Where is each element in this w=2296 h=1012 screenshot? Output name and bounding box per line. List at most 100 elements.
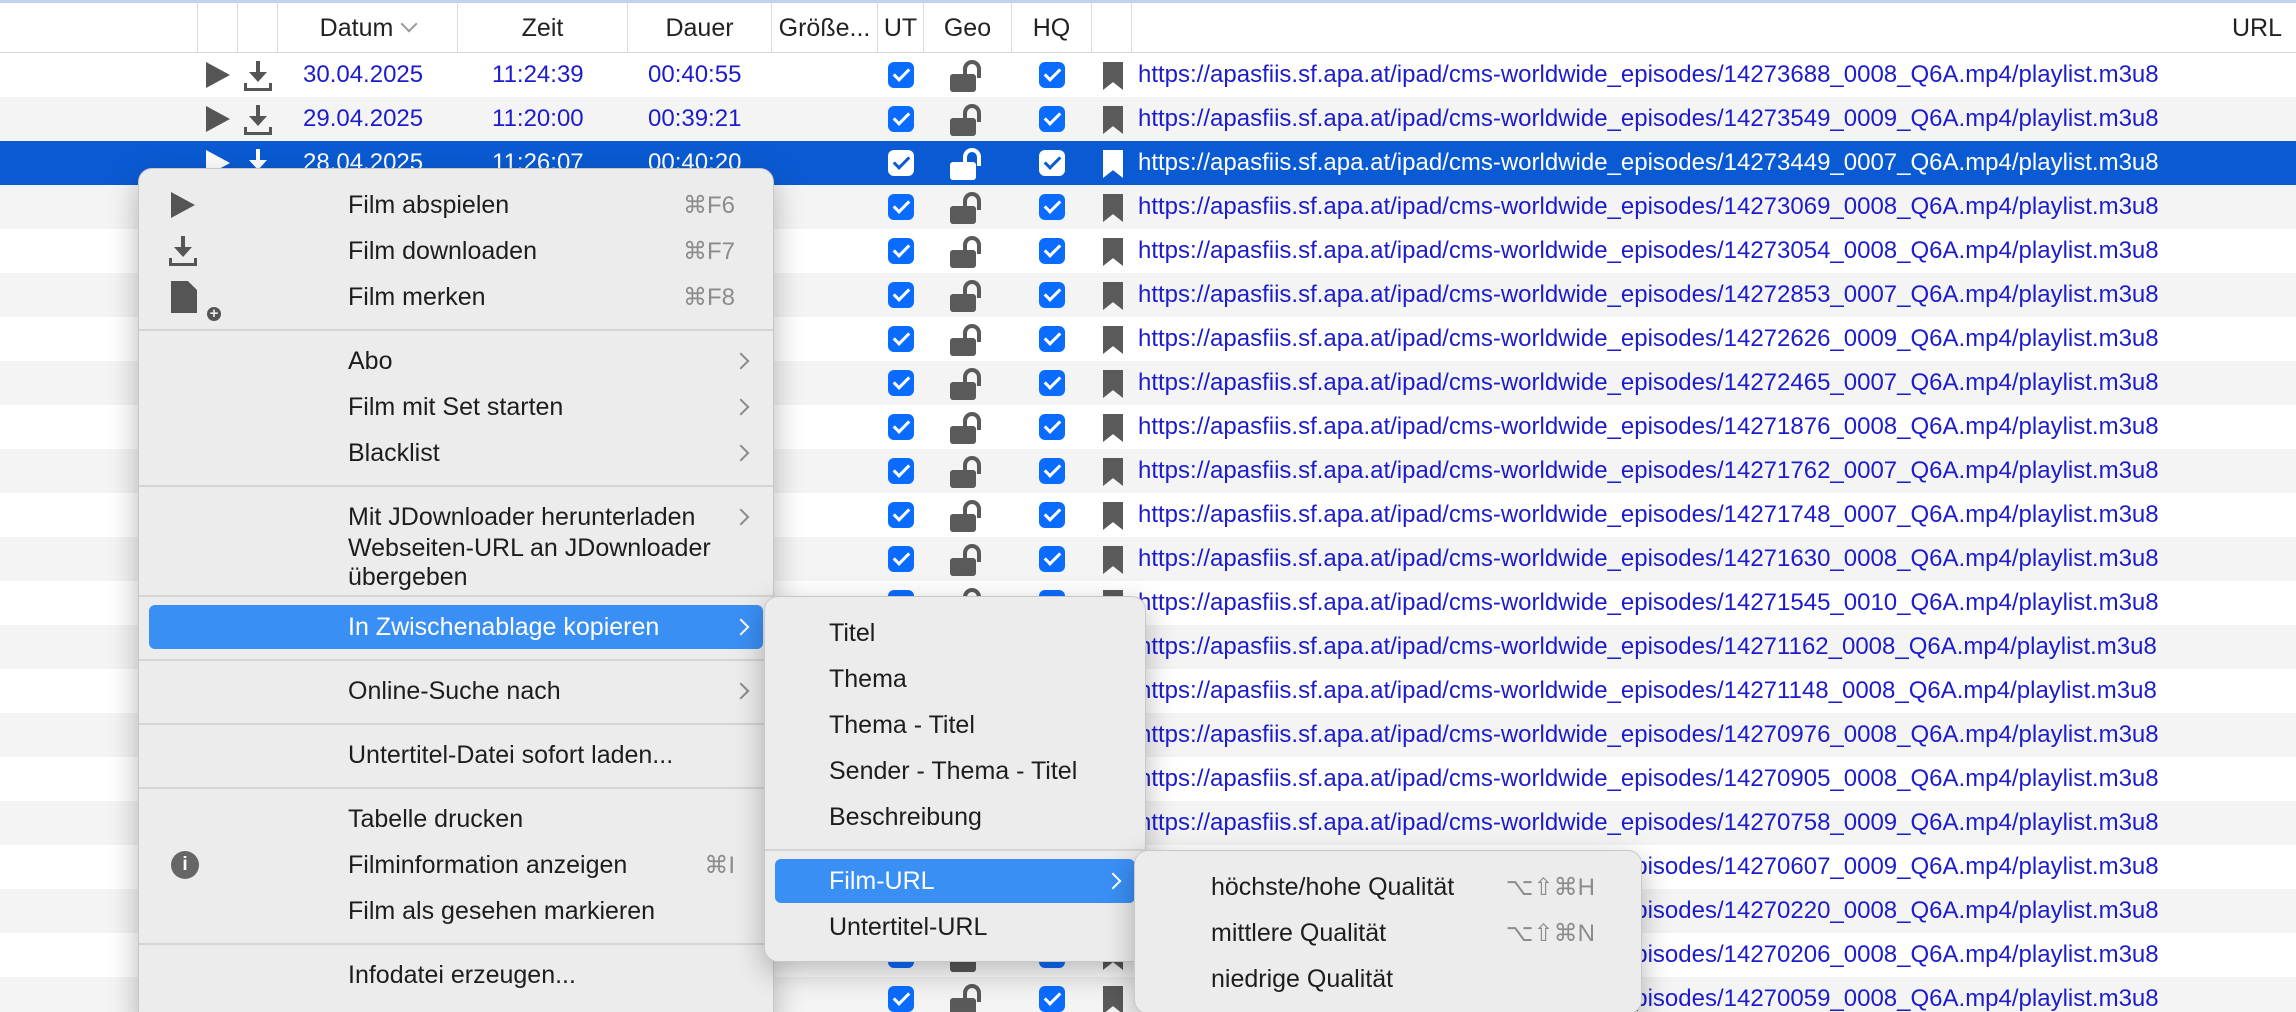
film-url-submenu-item-mittlere-qualität[interactable]: mittlere Qualität ⌥⇧⌘N [1145,911,1631,955]
cell-url[interactable]: https://apasfiis.sf.apa.at/ipad/cms-worl… [1138,449,2159,493]
film-url-submenu-item-niedrige-qualität[interactable]: niedrige Qualität [1145,957,1631,1001]
header-play[interactable] [198,3,238,53]
bookmark-icon[interactable] [1103,238,1123,266]
ut-checkbox[interactable] [888,414,914,440]
bookmark-icon[interactable] [1103,370,1123,398]
cell-url[interactable]: https://apasfiis.sf.apa.at/ipad/cms-worl… [1138,757,2159,801]
ut-checkbox[interactable] [888,986,914,1012]
cell-url[interactable]: https://apasfiis.sf.apa.at/ipad/cms-worl… [1138,581,2159,625]
clipboard-submenu-item-titel[interactable]: Titel [775,611,1135,655]
hq-checkbox[interactable] [1039,150,1065,176]
context-menu-item-blacklist[interactable]: Blacklist [149,431,763,475]
hq-checkbox[interactable] [1039,502,1065,528]
bookmark-icon[interactable] [1103,106,1123,134]
bookmark-icon[interactable] [1103,986,1123,1012]
cell-url[interactable]: https://apasfiis.sf.apa.at/ipad/cms-worl… [1138,537,2159,581]
context-menu-item-tabelle-drucken[interactable]: Tabelle drucken [149,797,763,841]
context-menu-item-mit-jdownloader-herunterladen[interactable]: Mit JDownloader herunterladen [149,495,763,539]
ut-checkbox[interactable] [888,326,914,352]
cell-url[interactable]: https://apasfiis.sf.apa.at/ipad/cms-worl… [1138,229,2159,273]
clipboard-submenu-item-untertitel-url[interactable]: Untertitel-URL [775,905,1135,949]
table-row[interactable]: 30.04.2025 11:24:39 00:40:55 https://apasfi… [0,53,2296,97]
bookmark-icon[interactable] [1103,150,1123,178]
context-menu-item-webseiten-url-an-jdownloader-übergeben[interactable]: Webseiten-URL an JDownloader übergeben [149,534,763,591]
context-menu-item-infodatei-erzeugen[interactable]: Infodatei erzeugen... [149,953,763,997]
ut-checkbox[interactable] [888,106,914,132]
bookmark-icon[interactable] [1103,546,1123,574]
context-menu-item-abo[interactable]: Abo [149,339,763,383]
clipboard-submenu-item-thema[interactable]: Thema [775,657,1135,701]
hq-checkbox[interactable] [1039,458,1065,484]
ut-checkbox[interactable] [888,150,914,176]
download-icon[interactable] [242,61,274,91]
cell-url[interactable]: https://apasfiis.sf.apa.at/ipad/cms-worl… [1138,405,2159,449]
cell-url[interactable]: https://apasfiis.sf.apa.at/ipad/cms-worl… [1138,493,2159,537]
header-hq[interactable]: HQ [1012,3,1092,53]
context-menu-item-online-suche-nach[interactable]: Online-Suche nach [149,669,763,713]
header-ut[interactable]: UT [878,3,924,53]
header-play-column[interactable] [0,3,198,53]
context-menu-item-untertitel-datei-sofort-laden[interactable]: Untertitel-Datei sofort laden... [149,733,763,777]
clipboard-submenu-item-beschreibung[interactable]: Beschreibung [775,795,1135,839]
header-download[interactable] [238,3,278,53]
hq-checkbox[interactable] [1039,546,1065,572]
hq-checkbox[interactable] [1039,282,1065,308]
play-icon[interactable] [206,106,230,132]
hq-checkbox[interactable] [1039,326,1065,352]
download-icon[interactable] [242,105,274,135]
ut-checkbox[interactable] [888,282,914,308]
context-menu-item-film-downloaden[interactable]: Film downloaden ⌘F7 [149,229,763,273]
clipboard-submenu-item-sender-thema-titel[interactable]: Sender - Thema - Titel [775,749,1135,793]
play-icon[interactable] [206,62,230,88]
context-menu-item-film-mit-set-starten[interactable]: Film mit Set starten [149,385,763,429]
header-merken[interactable] [1092,3,1132,53]
cell-url[interactable]: https://apasfiis.sf.apa.at/ipad/cms-worl… [1138,273,2159,317]
hq-checkbox[interactable] [1039,370,1065,396]
hq-checkbox[interactable] [1039,62,1065,88]
context-menu-item-in-zwischenablage-kopieren[interactable]: In Zwischenablage kopieren [149,605,763,649]
bookmark-icon[interactable] [1103,326,1123,354]
cell-url[interactable]: https://apasfiis.sf.apa.at/ipad/cms-worl… [1138,317,2159,361]
bookmark-icon[interactable] [1103,194,1123,222]
hq-checkbox[interactable] [1039,414,1065,440]
header-zeit[interactable]: Zeit [458,3,628,53]
cell-url[interactable]: https://apasfiis.sf.apa.at/ipad/cms-worl… [1138,185,2159,229]
ut-checkbox[interactable] [888,238,914,264]
context-menu-item-film-abspielen[interactable]: Film abspielen ⌘F6 [149,183,763,227]
ut-checkbox[interactable] [888,370,914,396]
bookmark-icon[interactable] [1103,502,1123,530]
hq-checkbox[interactable] [1039,194,1065,220]
table-row[interactable]: 29.04.2025 11:20:00 00:39:21 https://apasfi… [0,97,2296,141]
film-url-submenu-item-höchste-hohe-qualität[interactable]: höchste/hohe Qualität ⌥⇧⌘H [1145,865,1631,909]
clipboard-submenu-item-thema-titel[interactable]: Thema - Titel [775,703,1135,747]
bookmark-icon[interactable] [1103,414,1123,442]
cell-url[interactable]: https://apasfiis.sf.apa.at/ipad/cms-worl… [1138,53,2159,97]
bookmark-icon[interactable] [1103,282,1123,310]
header-dauer[interactable]: Dauer [628,3,772,53]
context-menu-item-film-merken[interactable]: + Film merken ⌘F8 [149,275,763,323]
ut-checkbox[interactable] [888,194,914,220]
ut-checkbox[interactable] [888,546,914,572]
cell-url[interactable]: https://apasfiis.sf.apa.at/ipad/cms-worl… [1138,361,2159,405]
hq-checkbox[interactable] [1039,238,1065,264]
header-datum[interactable]: Datum [278,3,458,53]
cell-url[interactable]: https://apasfiis.sf.apa.at/ipad/cms-worl… [1138,669,2157,713]
header-geo[interactable]: Geo [924,3,1012,53]
ut-checkbox[interactable] [888,502,914,528]
clipboard-submenu-item-film-url[interactable]: Film-URL [775,859,1135,903]
ut-checkbox[interactable] [888,62,914,88]
cell-url[interactable]: https://apasfiis.sf.apa.at/ipad/cms-worl… [1138,141,2159,185]
cell-url[interactable]: https://apasfiis.sf.apa.at/ipad/cms-worl… [1138,97,2159,141]
header-url[interactable]: URL [1132,3,2296,53]
hq-checkbox[interactable] [1039,986,1065,1012]
context-menu-item-film-als-gesehen-markieren[interactable]: Film als gesehen markieren [149,889,763,933]
cell-url[interactable]: https://apasfiis.sf.apa.at/ipad/cms-worl… [1138,801,2159,845]
cell-url[interactable]: https://apasfiis.sf.apa.at/ipad/cms-worl… [1138,625,2157,669]
ut-checkbox[interactable] [888,458,914,484]
context-menu-item-filminformation-anzeigen[interactable]: i Filminformation anzeigen ⌘I [149,843,763,887]
hq-checkbox[interactable] [1039,106,1065,132]
bookmark-icon[interactable] [1103,458,1123,486]
bookmark-icon[interactable] [1103,62,1123,90]
header-groesse[interactable]: Größe... [772,3,878,53]
cell-url[interactable]: https://apasfiis.sf.apa.at/ipad/cms-worl… [1138,713,2159,757]
